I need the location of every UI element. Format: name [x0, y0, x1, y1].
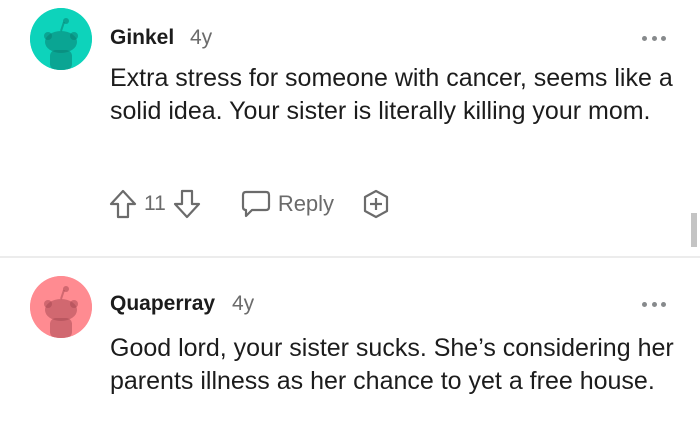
snoo-avatar-icon: [30, 276, 92, 338]
award-plus-icon: [363, 189, 389, 219]
snoo-avatar-icon: [30, 8, 92, 70]
award-button[interactable]: [360, 188, 392, 220]
avatar[interactable]: [30, 276, 92, 338]
avatar[interactable]: [30, 8, 92, 70]
more-options-icon[interactable]: [642, 300, 666, 308]
comment-body: Extra stress for someone with cancer, se…: [110, 64, 673, 125]
reply-label: Reply: [277, 191, 335, 216]
upvote-arrow-icon[interactable]: [108, 188, 138, 220]
comment-age: 4y: [190, 26, 213, 49]
more-options-icon[interactable]: [642, 34, 666, 42]
speech-bubble-icon: [241, 190, 270, 218]
vote-count: 11: [144, 192, 166, 215]
comment-ginkel: Ginkel 4y Extra stress for someone with …: [0, 0, 700, 256]
comment-username[interactable]: Ginkel: [110, 26, 174, 50]
downvote-arrow-icon[interactable]: [172, 188, 202, 220]
comment-body: Good lord, your sister sucks. She’s cons…: [110, 334, 674, 395]
comment-username[interactable]: Quaperray: [110, 292, 215, 316]
reply-button[interactable]: Reply: [240, 189, 334, 219]
comment-age: 4y: [232, 292, 255, 315]
scrollbar[interactable]: [691, 213, 697, 247]
comment-actions: 11 Reply: [108, 184, 392, 224]
comment-quaperray: Quaperray 4y Good lord, your sister suck…: [0, 258, 700, 448]
